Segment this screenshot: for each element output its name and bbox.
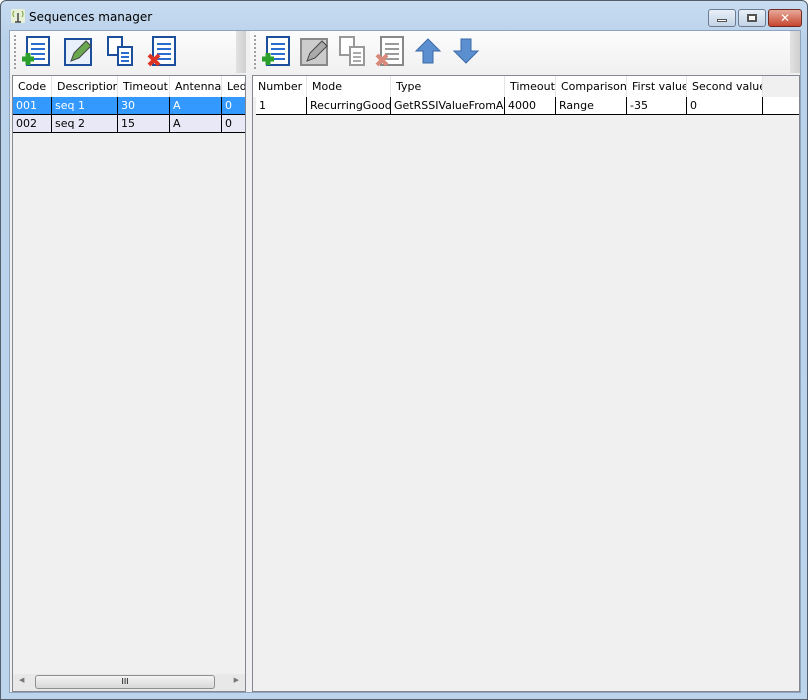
delete-list-icon (147, 36, 176, 67)
sequences-panel: Code Description Timeout Antenna Led 001 seq 1… (10, 31, 246, 692)
table-cell[interactable]: 15 (118, 115, 170, 133)
client-area: Code Description Timeout Antenna Led 001 seq 1… (9, 30, 801, 693)
scroll-thumb[interactable]: III (35, 675, 215, 689)
toolbar-grip[interactable] (254, 35, 256, 69)
move-down-button[interactable] (450, 35, 482, 69)
table-cell[interactable]: 0 (687, 97, 763, 115)
delete-list-icon (375, 36, 404, 67)
edit-pencil-icon (64, 38, 92, 66)
table-cell[interactable]: A (170, 97, 222, 115)
table-cell[interactable]: seq 1 (52, 97, 118, 115)
table-cell[interactable]: -35 (627, 97, 687, 115)
steps-panel: Number Mode Type Timeout Comparison First val… (250, 31, 800, 692)
table-cell[interactable]: 1 (256, 97, 307, 115)
sequences-grid: Code Description Timeout Antenna Led 001 seq 1… (12, 75, 246, 692)
header-row: Code Description Timeout Antenna Led (13, 76, 245, 97)
scroll-left-arrow-icon[interactable]: ◀ (19, 676, 24, 684)
move-up-button[interactable] (412, 35, 444, 69)
toolbar-overflow-button[interactable] (236, 31, 246, 73)
column-header[interactable]: Timeout (505, 76, 556, 97)
column-header[interactable]: Second value (687, 76, 763, 97)
edit-button[interactable] (298, 35, 330, 69)
table-cell-filler (763, 97, 799, 115)
table-cell[interactable]: A (170, 115, 222, 133)
table-row[interactable]: 1 RecurringGood GetRSSIValueFromAP 4000 Rang… (256, 97, 799, 115)
copy-button[interactable] (336, 35, 368, 69)
steps-toolbar (250, 31, 800, 73)
table-cell[interactable]: 0 (222, 97, 245, 115)
minimize-button[interactable] (708, 9, 736, 27)
minimize-icon (717, 19, 727, 22)
table-cell[interactable]: seq 2 (52, 115, 118, 133)
copy-icon (339, 36, 365, 66)
maximize-button[interactable] (738, 9, 766, 27)
window-title: Sequences manager (29, 10, 153, 24)
delete-button[interactable] (146, 35, 178, 69)
antenna-app-icon (11, 9, 25, 23)
window: Sequences manager ✕ Code Description Timeo… (0, 0, 808, 700)
maximize-icon (747, 14, 757, 22)
table-cell[interactable]: GetRSSIValueFromAP (391, 97, 505, 115)
column-header[interactable]: Type (391, 76, 505, 97)
close-icon: ✕ (779, 11, 791, 25)
arrow-down-icon (452, 38, 480, 64)
delete-button[interactable] (374, 35, 406, 69)
column-header[interactable]: Description (52, 76, 118, 97)
copy-icon (107, 36, 133, 66)
edit-button[interactable] (62, 35, 94, 69)
toolbar-overflow-button[interactable] (790, 31, 800, 73)
column-header[interactable]: Code (13, 76, 52, 97)
table-cell[interactable]: 0 (222, 115, 245, 133)
column-header[interactable]: Led (222, 76, 245, 97)
column-header[interactable]: Number (253, 76, 307, 97)
header-row: Number Mode Type Timeout Comparison First val… (253, 76, 763, 97)
sequences-toolbar (10, 31, 246, 73)
column-header[interactable]: First value (627, 76, 687, 97)
column-header[interactable]: Antenna (170, 76, 222, 97)
table-cell[interactable]: RecurringGood (307, 97, 391, 115)
steps-grid: Number Mode Type Timeout Comparison First val… (252, 75, 800, 692)
column-header[interactable]: Comparison (556, 76, 627, 97)
edit-pencil-icon (300, 38, 328, 66)
table-cell[interactable]: 30 (118, 97, 170, 115)
table-cell[interactable]: 002 (13, 115, 52, 133)
horizontal-scrollbar[interactable]: ◀ III ▶ (13, 674, 245, 691)
table-row[interactable]: 001 seq 1 30 A 0 (13, 97, 245, 115)
scroll-right-arrow-icon[interactable]: ▶ (234, 676, 239, 684)
add-list-icon (22, 36, 50, 66)
column-header[interactable]: Timeout (118, 76, 170, 97)
add-list-icon (262, 36, 290, 66)
table-cell[interactable]: 4000 (505, 97, 556, 115)
table-cell[interactable]: 001 (13, 97, 52, 115)
copy-button[interactable] (104, 35, 136, 69)
table-row[interactable]: 002 seq 2 15 A 0 (13, 115, 245, 133)
arrow-up-icon (414, 38, 442, 64)
column-header[interactable]: Mode (307, 76, 391, 97)
add-button[interactable] (260, 35, 292, 69)
add-button[interactable] (20, 35, 52, 69)
close-button[interactable]: ✕ (768, 9, 802, 27)
toolbar-grip[interactable] (14, 35, 16, 69)
table-cell[interactable]: Range (556, 97, 627, 115)
